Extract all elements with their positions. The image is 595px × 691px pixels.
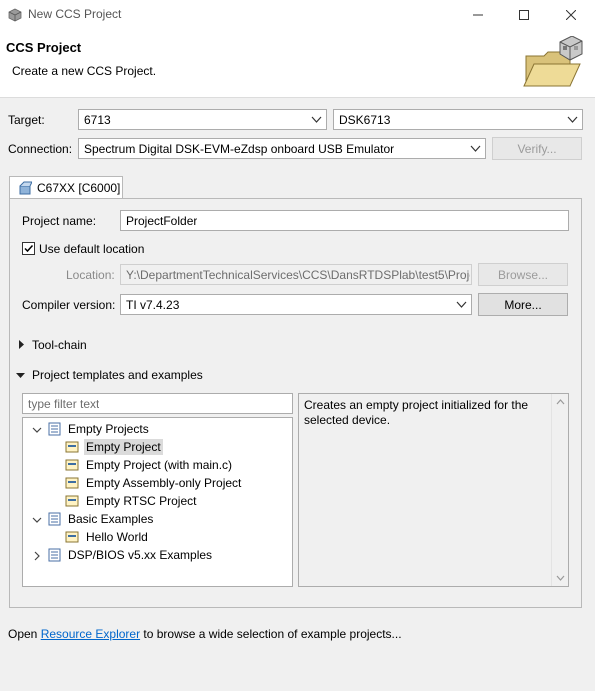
chevron-down-icon[interactable] [32,515,42,525]
toolchain-section-label[interactable]: Tool-chain [32,338,87,352]
checkmark-icon [24,244,34,253]
project-template-icon [65,477,79,489]
tab-label: C67XX [C6000] [37,181,121,195]
tree-item-label: Hello World [86,530,148,544]
tree-item-empty-assembly[interactable]: Empty Assembly-only Project [65,474,243,492]
close-icon [566,10,576,20]
new-project-folder-icon [523,36,583,87]
ccs-app-icon [8,8,22,22]
target-family-combo[interactable]: 6713 [78,109,327,130]
scroll-down-icon[interactable] [556,575,565,581]
target-device-combo[interactable]: DSK6713 [333,109,583,130]
chevron-down-icon [470,145,481,152]
templates-tree[interactable]: Empty Projects Empty Project Empty Proje… [22,417,293,587]
project-template-icon [65,459,79,471]
tree-item-dspbios[interactable]: DSP/BIOS v5.xx Examples [47,546,214,564]
filter-input[interactable]: type filter text [22,393,293,414]
more-button[interactable]: More... [478,293,568,316]
description-text: Creates an empty project initialized for… [304,398,529,427]
location-value: Y:\DepartmentTechnicalServices\CCS\DansR… [126,268,470,282]
verify-button[interactable]: Verify... [492,137,582,160]
tree-item-label: Empty Project [84,439,163,455]
page-subtitle: Create a new CCS Project. [12,64,157,78]
use-default-location-checkbox[interactable] [22,242,35,255]
tree-item-label: DSP/BIOS v5.xx Examples [68,548,213,562]
connection-value: Spectrum Digital DSK-EVM-eZdsp onboard U… [84,142,395,156]
compiler-version-value: TI v7.4.23 [126,298,180,312]
tree-item-label: Empty RTSC Project [86,494,197,508]
tree-item-empty-project-main[interactable]: Empty Project (with main.c) [65,456,234,474]
expand-down-icon[interactable] [16,371,25,380]
project-template-icon [65,441,79,453]
location-input[interactable]: Y:\DepartmentTechnicalServices\CCS\DansR… [120,264,472,285]
tree-item-label: Basic Examples [68,512,154,526]
target-label: Target: [8,113,45,127]
footer-text: Open Resource Explorer to browse a wide … [8,627,402,641]
template-description: Creates an empty project initialized for… [298,393,569,587]
minimize-button[interactable] [455,0,501,30]
folder-template-icon [48,512,61,526]
chevron-down-icon [456,301,467,308]
templates-section-label[interactable]: Project templates and examples [32,368,203,382]
expand-right-icon[interactable] [17,340,26,349]
folder-template-icon [48,548,61,562]
maximize-button[interactable] [501,0,547,30]
chip-tab-icon [19,181,32,195]
scroll-up-icon[interactable] [556,399,565,405]
page-title: CCS Project [6,40,82,55]
footer-suffix: to browse a wide selection of example pr… [140,627,402,641]
project-name-value: ProjectFolder [126,214,198,228]
tree-item-label: Empty Project (with main.c) [86,458,233,472]
tree-item-basic-examples[interactable]: Basic Examples [47,510,155,528]
use-default-location-label: Use default location [39,242,145,256]
connection-label: Connection: [8,142,73,156]
project-template-icon [65,495,79,507]
close-button[interactable] [547,0,595,30]
tree-item-empty-projects[interactable]: Empty Projects [47,420,151,438]
title-bar: New CCS Project [0,0,595,30]
chevron-down-icon[interactable] [32,425,42,435]
chevron-down-icon [311,116,322,123]
project-name-label: Project name: [22,214,97,228]
location-label: Location: [66,268,115,282]
target-family-value: 6713 [84,113,111,127]
tree-item-label: Empty Assembly-only Project [86,476,242,490]
window-title: New CCS Project [28,7,122,21]
project-template-icon [65,531,79,543]
wizard-header: CCS Project Create a new CCS Project. [0,30,595,98]
tree-item-empty-project[interactable]: Empty Project [65,438,163,456]
tree-item-empty-rtsc[interactable]: Empty RTSC Project [65,492,198,510]
target-device-value: DSK6713 [339,113,391,127]
description-scrollbar[interactable] [551,394,568,586]
tab-c67xx[interactable]: C67XX [C6000] [9,176,123,199]
resource-explorer-link[interactable]: Resource Explorer [41,627,140,641]
tree-item-label: Empty Projects [68,422,149,436]
chevron-right-icon[interactable] [32,551,42,561]
browse-button[interactable]: Browse... [478,263,568,286]
compiler-version-combo[interactable]: TI v7.4.23 [120,294,472,315]
folder-template-icon [48,422,61,436]
filter-placeholder: type filter text [28,397,100,411]
minimize-icon [473,14,483,16]
footer-prefix: Open [8,627,41,641]
compiler-version-label: Compiler version: [22,298,116,312]
chevron-down-icon [567,116,578,123]
tree-item-hello-world[interactable]: Hello World [65,528,150,546]
connection-combo[interactable]: Spectrum Digital DSK-EVM-eZdsp onboard U… [78,138,486,159]
project-name-input[interactable]: ProjectFolder [120,210,569,231]
maximize-icon [519,10,529,20]
